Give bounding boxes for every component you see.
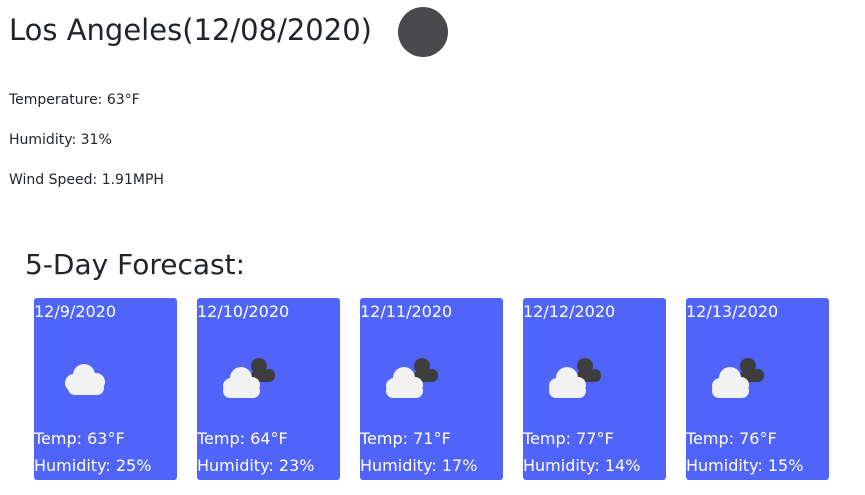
forecast-card: 12/10/2020 Temp: 64°F Humidity: 23% (197, 298, 340, 480)
cloud-icon (65, 364, 105, 395)
current-temperature: Temperature: 63°F (9, 92, 140, 108)
city-header: Los Angeles(12/08/2020) (9, 4, 448, 57)
forecast-humidity: Humidity: 23% (197, 456, 315, 475)
broken-clouds-icon (549, 358, 601, 398)
forecast-card: 12/13/2020 Temp: 76°F Humidity: 15% (686, 298, 829, 480)
forecast-humidity: Humidity: 15% (686, 456, 804, 475)
broken-clouds-icon (712, 358, 764, 398)
forecast-card: 12/9/2020 Temp: 63°F Humidity: 25% (34, 298, 177, 480)
broken-clouds-icon (386, 358, 438, 398)
current-wind-speed: Wind Speed: 1.91MPH (9, 172, 164, 188)
city-title: Los Angeles(12/08/2020) (9, 12, 372, 47)
broken-clouds-icon (223, 358, 275, 398)
forecast-date: 12/12/2020 (523, 302, 616, 321)
forecast-humidity: Humidity: 25% (34, 456, 152, 475)
forecast-temp: Temp: 63°F (34, 429, 125, 448)
forecast-temp: Temp: 76°F (686, 429, 777, 448)
forecast-temp: Temp: 77°F (523, 429, 614, 448)
forecast-card: 12/11/2020 Temp: 71°F Humidity: 17% (360, 298, 503, 480)
forecast-cards: 12/9/2020 Temp: 63°F Humidity: 25% 12/10… (34, 298, 834, 480)
forecast-temp: Temp: 71°F (360, 429, 451, 448)
forecast-date: 12/13/2020 (686, 302, 779, 321)
forecast-date: 12/9/2020 (34, 302, 117, 321)
forecast-humidity: Humidity: 17% (360, 456, 478, 475)
forecast-heading: 5-Day Forecast: (25, 248, 246, 281)
forecast-date: 12/11/2020 (360, 302, 453, 321)
forecast-card: 12/12/2020 Temp: 77°F Humidity: 14% (523, 298, 666, 480)
forecast-date: 12/10/2020 (197, 302, 290, 321)
forecast-temp: Temp: 64°F (197, 429, 288, 448)
forecast-humidity: Humidity: 14% (523, 456, 641, 475)
moon-circle-icon (397, 7, 448, 57)
current-humidity: Humidity: 31% (9, 132, 112, 148)
